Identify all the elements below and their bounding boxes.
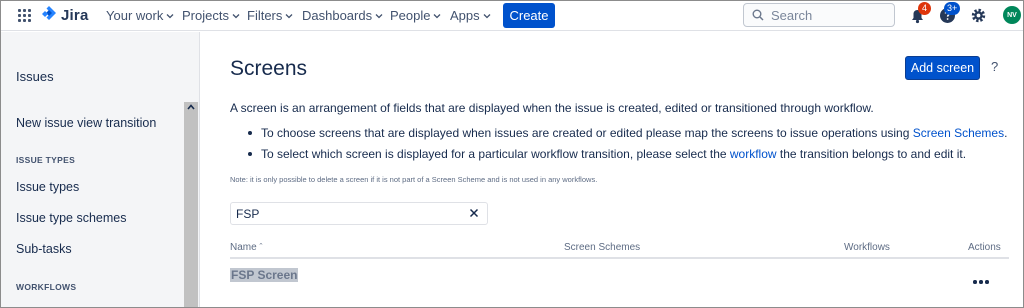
create-button[interactable]: Create (503, 3, 555, 28)
sidebar: Issues New issue view transition ISSUE T… (1, 32, 200, 307)
clear-filter-icon[interactable] (469, 208, 479, 218)
nav-your-work[interactable]: Your work (106, 8, 174, 23)
chevron-down-icon (434, 13, 441, 18)
jira-logo[interactable]: Jira (41, 6, 89, 24)
nav-dashboards[interactable]: Dashboards (302, 8, 383, 23)
screen-schemes-link[interactable]: Screen Schemes (913, 126, 1004, 140)
nav-label: Filters (247, 8, 283, 23)
sidebar-group-issue-types: ISSUE TYPES (16, 155, 76, 165)
column-header-label: Name (230, 242, 257, 253)
bullet-text: To select which screen is displayed for … (261, 147, 730, 161)
app-switcher-icon[interactable] (18, 9, 32, 23)
settings-icon[interactable] (970, 7, 987, 24)
table-header-divider (230, 257, 1009, 259)
sidebar-item-issue-types[interactable]: Issue types (16, 180, 79, 194)
sidebar-group-workflows: WORKFLOWS (16, 282, 77, 292)
column-header-workflows: Workflows (844, 242, 890, 253)
chevron-down-icon (375, 13, 383, 18)
bullet-dot (248, 131, 252, 135)
delete-note: Note: it is only possible to delete a sc… (230, 175, 598, 184)
bullet-text-end: the transition belongs to and edit it. (776, 147, 967, 161)
sort-indicator: ˆ (259, 242, 263, 252)
nav-label: Apps (450, 8, 480, 23)
more-actions-icon[interactable] (973, 279, 989, 285)
nav-label: Projects (182, 8, 229, 23)
screen-name-link[interactable]: FSP Screen (230, 268, 299, 282)
chevron-down-icon (483, 13, 491, 18)
chevron-down-icon (166, 13, 174, 18)
nav-projects[interactable]: Projects (182, 8, 240, 23)
help-badge: 3+ (944, 2, 961, 15)
bullet-workflow: To select which screen is displayed for … (248, 147, 966, 161)
nav-label: Your work (106, 8, 164, 23)
top-navigation: Jira Your work Projects Filters Dashboar… (1, 1, 1023, 31)
sidebar-section-title: Issues (16, 69, 54, 84)
scroll-up-icon[interactable] (186, 102, 196, 112)
nav-filters[interactable]: Filters (247, 8, 293, 23)
page-title: Screens (230, 57, 308, 80)
nav-label: People (390, 8, 431, 23)
notifications-badge: 4 (918, 2, 931, 15)
bullet-screen-schemes: To choose screens that are displayed whe… (248, 126, 1007, 140)
app-name: Jira (61, 6, 89, 24)
search-icon (752, 9, 764, 21)
bullet-text: To choose screens that are displayed whe… (261, 126, 913, 140)
nav-apps[interactable]: Apps (450, 8, 491, 23)
workflow-link[interactable]: workflow (730, 147, 777, 161)
bullet-dot (248, 152, 252, 156)
bullet-text-end: . (1004, 126, 1008, 140)
chevron-down-icon (232, 13, 240, 18)
column-header-name[interactable]: Name ˆ (230, 242, 262, 253)
column-header-screen-schemes: Screen Schemes (564, 242, 641, 253)
page-help-icon[interactable]: ? (991, 59, 998, 74)
page-description: A screen is an arrangement of fields tha… (230, 101, 874, 115)
user-avatar[interactable]: NV (1003, 6, 1021, 24)
search-placeholder: Search (771, 7, 813, 23)
jira-logo-icon (42, 6, 56, 20)
chevron-down-icon (285, 13, 293, 18)
column-header-actions: Actions (968, 242, 1001, 253)
app-frame: Jira Your work Projects Filters Dashboar… (0, 0, 1024, 308)
filter-value: FSP (236, 206, 260, 221)
add-screen-button[interactable]: Add screen (905, 56, 980, 80)
sidebar-scrollbar[interactable] (184, 102, 198, 307)
search-input[interactable]: Search (743, 3, 895, 27)
nav-people[interactable]: People (390, 8, 441, 23)
sidebar-item-issue-type-schemes[interactable]: Issue type schemes (16, 211, 126, 225)
sidebar-item-new-issue-view-transition[interactable]: New issue view transition (16, 116, 156, 130)
sidebar-item-sub-tasks[interactable]: Sub-tasks (16, 242, 72, 256)
nav-label: Dashboards (302, 8, 373, 23)
screen-filter-input[interactable]: FSP (230, 202, 488, 225)
